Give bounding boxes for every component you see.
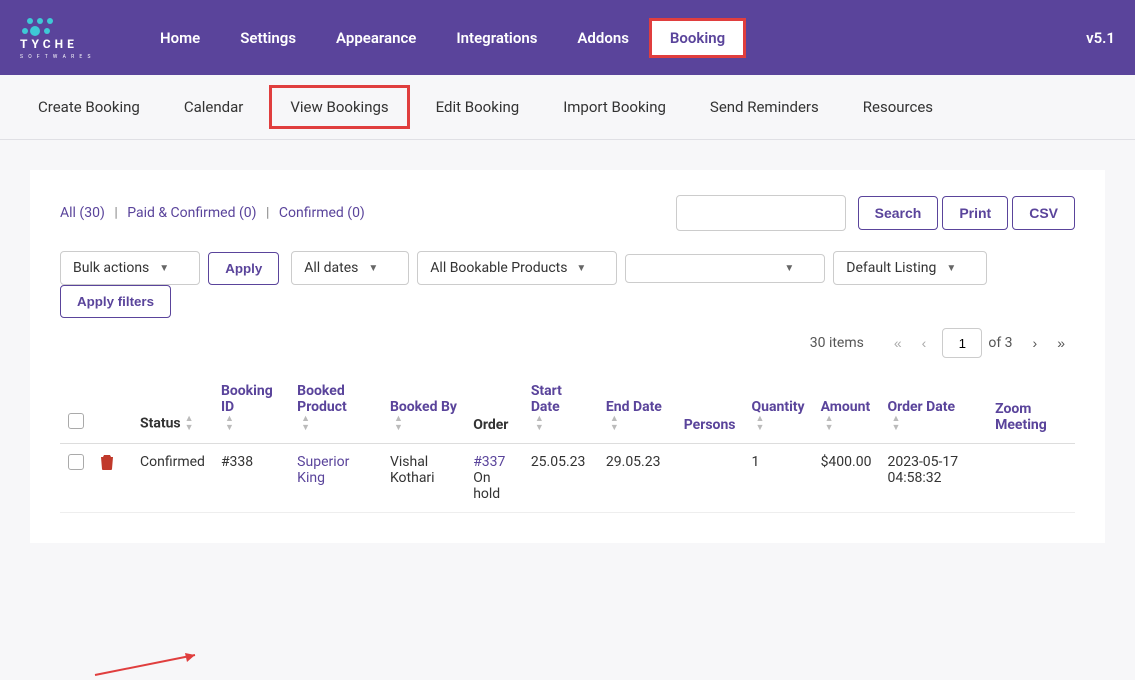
col-order-date[interactable]: Order Date	[879, 373, 987, 444]
cell-order-date: 2023-05-17 04:58:32	[879, 444, 987, 513]
nav-settings[interactable]: Settings	[220, 19, 316, 57]
apply-filters-button[interactable]: Apply filters	[60, 285, 171, 318]
pager-first-button[interactable]: «	[886, 331, 910, 355]
nav-integrations[interactable]: Integrations	[436, 19, 557, 57]
subnav-import-booking[interactable]: Import Booking	[545, 88, 684, 126]
top-navbar: TYCHE S O F T W A R E S Home Settings Ap…	[0, 0, 1135, 75]
sort-icon	[891, 415, 900, 433]
order-link[interactable]: #337	[473, 454, 505, 470]
filter-all[interactable]: All (30)	[60, 205, 105, 221]
filter-paid-confirmed[interactable]: Paid & Confirmed (0)	[127, 205, 256, 221]
main-nav: Home Settings Appearance Integrations Ad…	[140, 18, 1086, 58]
trash-icon[interactable]	[100, 455, 114, 474]
subnav-calendar[interactable]: Calendar	[166, 88, 262, 126]
version-label: v5.1	[1086, 29, 1115, 47]
subnav-resources[interactable]: Resources	[845, 88, 951, 126]
sort-icon	[185, 415, 194, 433]
brand-logo: TYCHE S O F T W A R E S	[20, 13, 100, 63]
cell-booking-id: #338	[213, 444, 289, 513]
subnav-create-booking[interactable]: Create Booking	[20, 88, 158, 126]
cell-order: #337 On hold	[465, 444, 523, 513]
csv-button[interactable]: CSV	[1012, 196, 1075, 230]
sort-icon	[225, 415, 234, 433]
svg-text:TYCHE: TYCHE	[20, 37, 78, 51]
bulk-actions-select[interactable]: Bulk actions ▼	[60, 251, 200, 285]
table-row: Confirmed #338 Superior King Vishal Koth…	[60, 444, 1075, 513]
col-end-date[interactable]: End Date	[598, 373, 676, 444]
caret-down-icon: ▼	[784, 263, 794, 274]
col-booked-by[interactable]: Booked By	[382, 373, 465, 444]
col-booking-id[interactable]: Booking ID	[213, 373, 289, 444]
bulk-actions-label: Bulk actions	[73, 260, 149, 276]
nav-booking[interactable]: Booking	[649, 18, 746, 58]
subnav-view-bookings[interactable]: View Bookings	[269, 85, 409, 129]
pagination: 30 items « ‹ of 3 › »	[60, 328, 1075, 358]
sub-navbar: Create Booking Calendar View Bookings Ed…	[0, 75, 1135, 140]
page-input[interactable]	[942, 328, 982, 358]
cell-persons	[676, 444, 744, 513]
select-all-checkbox[interactable]	[68, 413, 84, 429]
caret-down-icon: ▼	[576, 263, 586, 274]
search-button[interactable]: Search	[858, 196, 939, 230]
col-order[interactable]: Order	[465, 373, 523, 444]
order-status: On hold	[473, 470, 500, 502]
pager-next-button[interactable]: ›	[1025, 331, 1046, 355]
separator: |	[114, 205, 117, 221]
row-checkbox[interactable]	[68, 454, 84, 470]
sort-icon	[301, 415, 310, 433]
cell-start-date: 25.05.23	[523, 444, 598, 513]
caret-down-icon: ▼	[159, 263, 169, 274]
caret-down-icon: ▼	[368, 263, 378, 274]
cell-amount: $400.00	[813, 444, 880, 513]
sort-icon	[825, 415, 834, 433]
caret-down-icon: ▼	[946, 263, 956, 274]
dates-label: All dates	[304, 260, 358, 276]
products-label: All Bookable Products	[430, 260, 567, 276]
dates-select[interactable]: All dates ▼	[291, 251, 409, 285]
products-select[interactable]: All Bookable Products ▼	[417, 251, 617, 285]
col-zoom-meeting[interactable]: Zoom Meeting	[987, 373, 1075, 444]
cell-status: Confirmed	[132, 444, 213, 513]
col-start-date[interactable]: Start Date	[523, 373, 598, 444]
pager-prev-button[interactable]: ‹	[914, 331, 935, 355]
apply-button[interactable]: Apply	[208, 252, 279, 285]
sort-icon	[535, 415, 544, 433]
filter-confirmed[interactable]: Confirmed (0)	[279, 205, 365, 221]
nav-appearance[interactable]: Appearance	[316, 19, 436, 57]
separator: |	[266, 205, 269, 221]
col-amount[interactable]: Amount	[813, 373, 880, 444]
cell-booked-product[interactable]: Superior King	[289, 444, 382, 513]
listing-label: Default Listing	[846, 260, 936, 276]
content-panel: All (30) | Paid & Confirmed (0) | Confir…	[30, 170, 1105, 543]
page-total: of 3	[988, 335, 1012, 351]
pager-last-button[interactable]: »	[1049, 331, 1073, 355]
sort-icon	[610, 415, 619, 433]
items-count: 30 items	[810, 335, 864, 351]
bookings-table: Status Booking ID Booked Product Booked …	[60, 373, 1075, 513]
subnav-send-reminders[interactable]: Send Reminders	[692, 88, 837, 126]
cell-zoom	[987, 444, 1075, 513]
nav-home[interactable]: Home	[140, 19, 220, 57]
print-button[interactable]: Print	[942, 196, 1008, 230]
listing-select[interactable]: Default Listing ▼	[833, 251, 987, 285]
cell-end-date: 29.05.23	[598, 444, 676, 513]
annotation-arrow-icon	[85, 650, 205, 680]
col-booked-product[interactable]: Booked Product	[289, 373, 382, 444]
col-persons[interactable]: Persons	[676, 373, 744, 444]
cell-booked-by: Vishal Kothari	[382, 444, 465, 513]
col-status[interactable]: Status	[132, 373, 213, 444]
nav-addons[interactable]: Addons	[557, 19, 648, 57]
sort-icon	[756, 415, 765, 433]
subnav-edit-booking[interactable]: Edit Booking	[418, 88, 538, 126]
search-input[interactable]	[676, 195, 846, 231]
sort-icon	[394, 415, 403, 433]
extra-select[interactable]: ▼	[625, 254, 825, 283]
cell-quantity: 1	[744, 444, 813, 513]
svg-text:S O F T W A R E S: S O F T W A R E S	[20, 54, 92, 60]
col-quantity[interactable]: Quantity	[744, 373, 813, 444]
status-filter-links: All (30) | Paid & Confirmed (0) | Confir…	[60, 205, 676, 221]
